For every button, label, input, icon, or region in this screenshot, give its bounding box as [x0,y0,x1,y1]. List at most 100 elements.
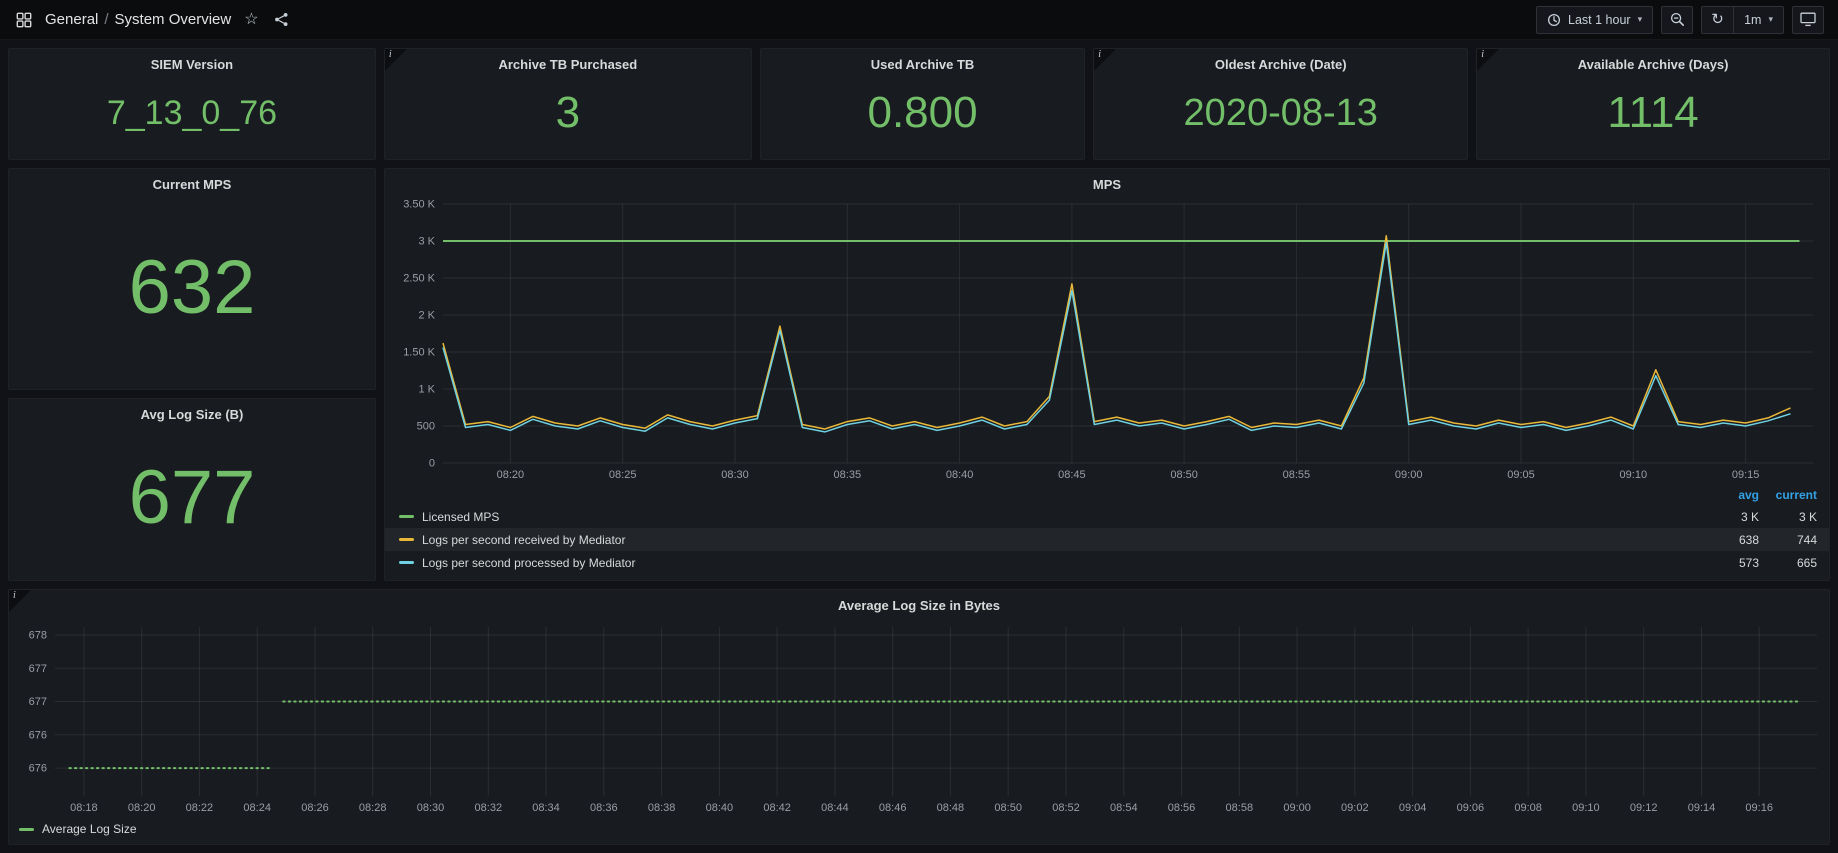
panel-info-icon[interactable]: i [1094,49,1116,71]
breadcrumb: General / System Overview [45,11,231,28]
legend-current-value: 665 [1759,556,1817,570]
svg-text:09:05: 09:05 [1507,469,1535,481]
svg-text:08:24: 08:24 [243,802,271,814]
svg-text:08:48: 08:48 [937,802,965,814]
legend-series-name[interactable]: Average Log Size [42,822,137,836]
legend-current-value: 3 K [1759,510,1817,524]
time-range-picker[interactable]: Last 1 hour ▾ [1536,6,1653,34]
svg-text:09:00: 09:00 [1283,802,1311,814]
refresh-button[interactable]: ↻ [1701,6,1733,34]
stat-value: 0.800 [761,76,1084,159]
clock-icon [1547,13,1561,27]
share-icon[interactable] [272,10,291,29]
legend-row: Licensed MPS 3 K 3 K [385,505,1829,528]
panel-title[interactable]: Oldest Archive (Date) [1094,49,1467,76]
chevron-down-icon: ▾ [1768,15,1773,24]
refresh-interval-picker[interactable]: 1m ▾ [1733,6,1784,34]
panel-title[interactable]: Available Archive (Days) [1477,49,1829,76]
legend-avg-value: 638 [1701,533,1759,547]
legend-column-avg[interactable]: avg [1701,488,1759,502]
svg-text:08:40: 08:40 [706,802,734,814]
breadcrumb-folder[interactable]: General [45,11,98,28]
legend-row: Logs per second received by Mediator 638… [385,528,1829,551]
svg-text:09:16: 09:16 [1745,802,1773,814]
svg-text:09:10: 09:10 [1572,802,1600,814]
svg-text:08:26: 08:26 [301,802,329,814]
legend-series-name[interactable]: Logs per second received by Mediator [422,533,625,547]
stat-value: 2020-08-13 [1094,76,1467,159]
legend-current-value: 744 [1759,533,1817,547]
mps-legend: avg current Licensed MPS 3 K 3 K Logs pe… [385,487,1829,580]
top-navigation-bar: General / System Overview ☆ Last 1 hour … [0,0,1838,40]
svg-text:0: 0 [429,458,435,470]
legend-avg-value: 3 K [1701,510,1759,524]
stat-value: 677 [9,426,375,580]
refresh-button-group: ↻ 1m ▾ [1701,6,1784,34]
panel-info-icon[interactable]: i [385,49,407,71]
panel-title[interactable]: SIEM Version [9,49,375,76]
svg-text:3 K: 3 K [418,236,435,248]
zoom-out-time-button[interactable] [1661,6,1693,34]
legend-header: avg current [385,487,1829,505]
breadcrumb-dashboard[interactable]: System Overview [115,11,232,28]
svg-text:08:30: 08:30 [417,802,445,814]
left-stat-column: Current MPS 632 Avg Log Size (B) 677 [8,168,376,581]
svg-text:08:42: 08:42 [763,802,791,814]
panel-info-icon[interactable]: i [9,590,31,612]
svg-text:08:25: 08:25 [609,469,637,481]
svg-text:09:14: 09:14 [1688,802,1716,814]
svg-text:08:50: 08:50 [1170,469,1198,481]
stat-row: SIEM Version 7_13_0_76 i Archive TB Purc… [8,48,1830,160]
stat-value: 7_13_0_76 [9,76,375,159]
svg-text:08:32: 08:32 [475,802,503,814]
mps-panel: MPS 08:2008:2508:3008:3508:4008:4508:500… [384,168,1830,581]
svg-text:08:56: 08:56 [1168,802,1196,814]
svg-text:08:28: 08:28 [359,802,387,814]
stat-value: 1114 [1477,76,1829,159]
svg-text:678: 678 [29,630,47,642]
svg-text:08:54: 08:54 [1110,802,1138,814]
svg-text:09:15: 09:15 [1732,469,1760,481]
svg-text:08:45: 08:45 [1058,469,1086,481]
svg-text:08:22: 08:22 [186,802,214,814]
svg-text:500: 500 [417,421,435,433]
breadcrumb-separator: / [104,11,108,28]
svg-text:1.50 K: 1.50 K [403,347,435,359]
monitor-icon [1800,12,1816,27]
stat-panel-siem-version: SIEM Version 7_13_0_76 [8,48,376,160]
panel-title[interactable]: Archive TB Purchased [385,49,751,76]
average-log-size-chart[interactable]: 08:1808:2008:2208:2408:2608:2808:3008:32… [9,617,1829,820]
svg-text:08:20: 08:20 [128,802,156,814]
svg-text:09:02: 09:02 [1341,802,1369,814]
panel-title[interactable]: MPS [385,169,1829,196]
panel-title[interactable]: Average Log Size in Bytes [9,590,1829,617]
series-color-swatch [399,515,414,518]
refresh-icon: ↻ [1711,12,1724,27]
stat-panel-archive-tb-purchased: i Archive TB Purchased 3 [384,48,752,160]
svg-text:08:52: 08:52 [1052,802,1080,814]
legend-column-current[interactable]: current [1759,488,1817,502]
svg-text:677: 677 [29,663,47,675]
stat-panel-current-mps: Current MPS 632 [8,168,376,390]
panel-info-icon[interactable]: i [1477,49,1499,71]
panel-title[interactable]: Current MPS [9,169,375,196]
svg-text:08:35: 08:35 [834,469,862,481]
svg-text:3.50 K: 3.50 K [403,199,435,211]
legend-series-name[interactable]: Logs per second processed by Mediator [422,556,635,570]
legend-series-name[interactable]: Licensed MPS [422,510,499,524]
dashboards-grid-icon[interactable] [14,10,34,30]
panel-title[interactable]: Avg Log Size (B) [9,399,375,426]
svg-text:676: 676 [29,729,47,741]
cycle-view-mode-button[interactable] [1792,6,1824,34]
svg-text:08:55: 08:55 [1283,469,1311,481]
star-icon[interactable]: ☆ [242,10,260,30]
svg-text:08:40: 08:40 [946,469,974,481]
svg-text:677: 677 [29,696,47,708]
mps-time-series-chart[interactable]: 08:2008:2508:3008:3508:4008:4508:5008:55… [385,196,1829,487]
stat-panel-oldest-archive-date: i Oldest Archive (Date) 2020-08-13 [1093,48,1468,160]
stat-value: 632 [9,196,375,389]
panel-title[interactable]: Used Archive TB [761,49,1084,76]
zoom-out-icon [1670,12,1685,27]
svg-text:08:38: 08:38 [648,802,676,814]
time-range-label: Last 1 hour [1568,13,1631,27]
